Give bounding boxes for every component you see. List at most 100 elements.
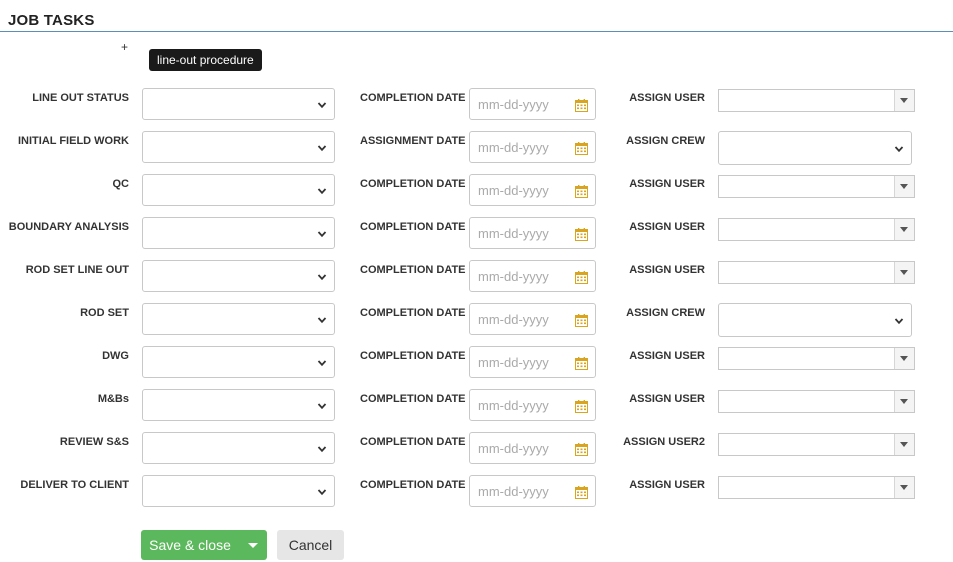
cancel-button[interactable]: Cancel [277,530,344,560]
assign-user-dropdown-toggle[interactable] [894,176,914,197]
date-label: COMPLETION DATE [360,178,466,190]
add-icon[interactable]: + [121,40,128,54]
assign-user-dropdown-toggle[interactable] [894,90,914,111]
date-input[interactable]: mm-dd-yyyy [469,346,596,378]
date-input[interactable]: mm-dd-yyyy [469,217,596,249]
task-label: LINE OUT STATUS [32,92,129,104]
section-divider [0,31,953,32]
assign-user-combobox[interactable] [718,476,915,499]
assign-label: ASSIGN USER [629,221,705,233]
date-input[interactable]: mm-dd-yyyy [469,303,596,335]
assign-label: ASSIGN USER [629,479,705,491]
task-label: DWG [102,350,129,362]
task-status-select[interactable] [142,346,335,378]
task-status-select[interactable] [142,389,335,421]
task-status-select[interactable] [142,303,335,335]
date-label: COMPLETION DATE [360,221,466,233]
assign-user-dropdown-toggle[interactable] [894,348,914,369]
triangle-down-icon [900,270,908,275]
assign-user-combobox[interactable] [718,175,915,198]
triangle-down-icon [900,442,908,447]
assign-user-dropdown-toggle[interactable] [894,477,914,498]
tooltip: line-out procedure [149,49,262,71]
date-input[interactable]: mm-dd-yyyy [469,88,596,120]
task-row: ROD SET COMPLETION DATE mm-dd-yyyy ASSIGN C… [0,303,953,346]
date-placeholder: mm-dd-yyyy [478,484,549,499]
assign-label: ASSIGN USER2 [623,436,705,448]
date-placeholder: mm-dd-yyyy [478,269,549,284]
task-status-select[interactable] [142,88,335,120]
date-input[interactable]: mm-dd-yyyy [469,174,596,206]
assign-user-dropdown-toggle[interactable] [894,391,914,412]
calendar-icon[interactable] [575,185,588,198]
date-placeholder: mm-dd-yyyy [478,398,549,413]
task-status-select[interactable] [142,217,335,249]
date-placeholder: mm-dd-yyyy [478,355,549,370]
assign-label: ASSIGN USER [629,264,705,276]
calendar-icon[interactable] [575,99,588,112]
date-input[interactable]: mm-dd-yyyy [469,432,596,464]
date-placeholder: mm-dd-yyyy [478,97,549,112]
assign-user-dropdown-toggle[interactable] [894,262,914,283]
date-input[interactable]: mm-dd-yyyy [469,475,596,507]
date-input[interactable]: mm-dd-yyyy [469,389,596,421]
date-label: COMPLETION DATE [360,436,466,448]
assign-user-dropdown-toggle[interactable] [894,219,914,240]
calendar-icon[interactable] [575,400,588,413]
triangle-down-icon [900,227,908,232]
chevron-down-icon [317,102,327,109]
chevron-down-icon [317,403,327,410]
assign-crew-select[interactable] [718,303,912,337]
task-row: DELIVER TO CLIENT COMPLETION DATE mm-dd-yy… [0,475,953,518]
save-options-dropdown[interactable] [239,530,267,560]
task-label: BOUNDARY ANALYSIS [8,221,129,233]
assign-user-combobox[interactable] [718,390,915,413]
calendar-icon[interactable] [575,443,588,456]
section-title: JOB TASKS [8,12,95,29]
date-placeholder: mm-dd-yyyy [478,183,549,198]
assign-user-combobox[interactable] [718,261,915,284]
date-placeholder: mm-dd-yyyy [478,226,549,241]
chevron-down-icon [317,231,327,238]
date-label: COMPLETION DATE [360,479,466,491]
save-button-group: Save & close [141,530,267,560]
assign-user-combobox[interactable] [718,347,915,370]
date-label: COMPLETION DATE [360,350,466,362]
task-status-select[interactable] [142,174,335,206]
assign-user-combobox[interactable] [718,433,915,456]
assign-user-combobox[interactable] [718,218,915,241]
chevron-down-icon [317,446,327,453]
assign-label: ASSIGN USER [629,393,705,405]
calendar-icon[interactable] [575,357,588,370]
save-close-button[interactable]: Save & close [141,530,239,560]
calendar-icon[interactable] [575,228,588,241]
date-label: COMPLETION DATE [360,307,466,319]
calendar-icon[interactable] [575,142,588,155]
assign-crew-select[interactable] [718,131,912,165]
calendar-icon[interactable] [575,314,588,327]
assign-label: ASSIGN USER [629,178,705,190]
task-row: BOUNDARY ANALYSIS COMPLETION DATE mm-dd-yy… [0,217,953,260]
task-status-select[interactable] [142,475,335,507]
assign-user-combobox[interactable] [718,89,915,112]
date-placeholder: mm-dd-yyyy [478,140,549,155]
task-status-select[interactable] [142,131,335,163]
task-label: ROD SET LINE OUT [25,264,129,276]
date-input[interactable]: mm-dd-yyyy [469,260,596,292]
task-status-select[interactable] [142,260,335,292]
date-label: ASSIGNMENT DATE [360,135,466,147]
date-label: COMPLETION DATE [360,92,466,104]
chevron-down-icon [317,145,327,152]
task-row: INITIAL FIELD WORK ASSIGNMENT DATE mm-dd-y… [0,131,953,174]
triangle-down-icon [900,399,908,404]
calendar-icon[interactable] [575,271,588,284]
calendar-icon[interactable] [575,486,588,499]
date-placeholder: mm-dd-yyyy [478,312,549,327]
date-placeholder: mm-dd-yyyy [478,441,549,456]
task-status-select[interactable] [142,432,335,464]
triangle-down-icon [900,98,908,103]
triangle-down-icon [900,184,908,189]
task-label: INITIAL FIELD WORK [17,135,129,147]
assign-user-dropdown-toggle[interactable] [894,434,914,455]
date-input[interactable]: mm-dd-yyyy [469,131,596,163]
